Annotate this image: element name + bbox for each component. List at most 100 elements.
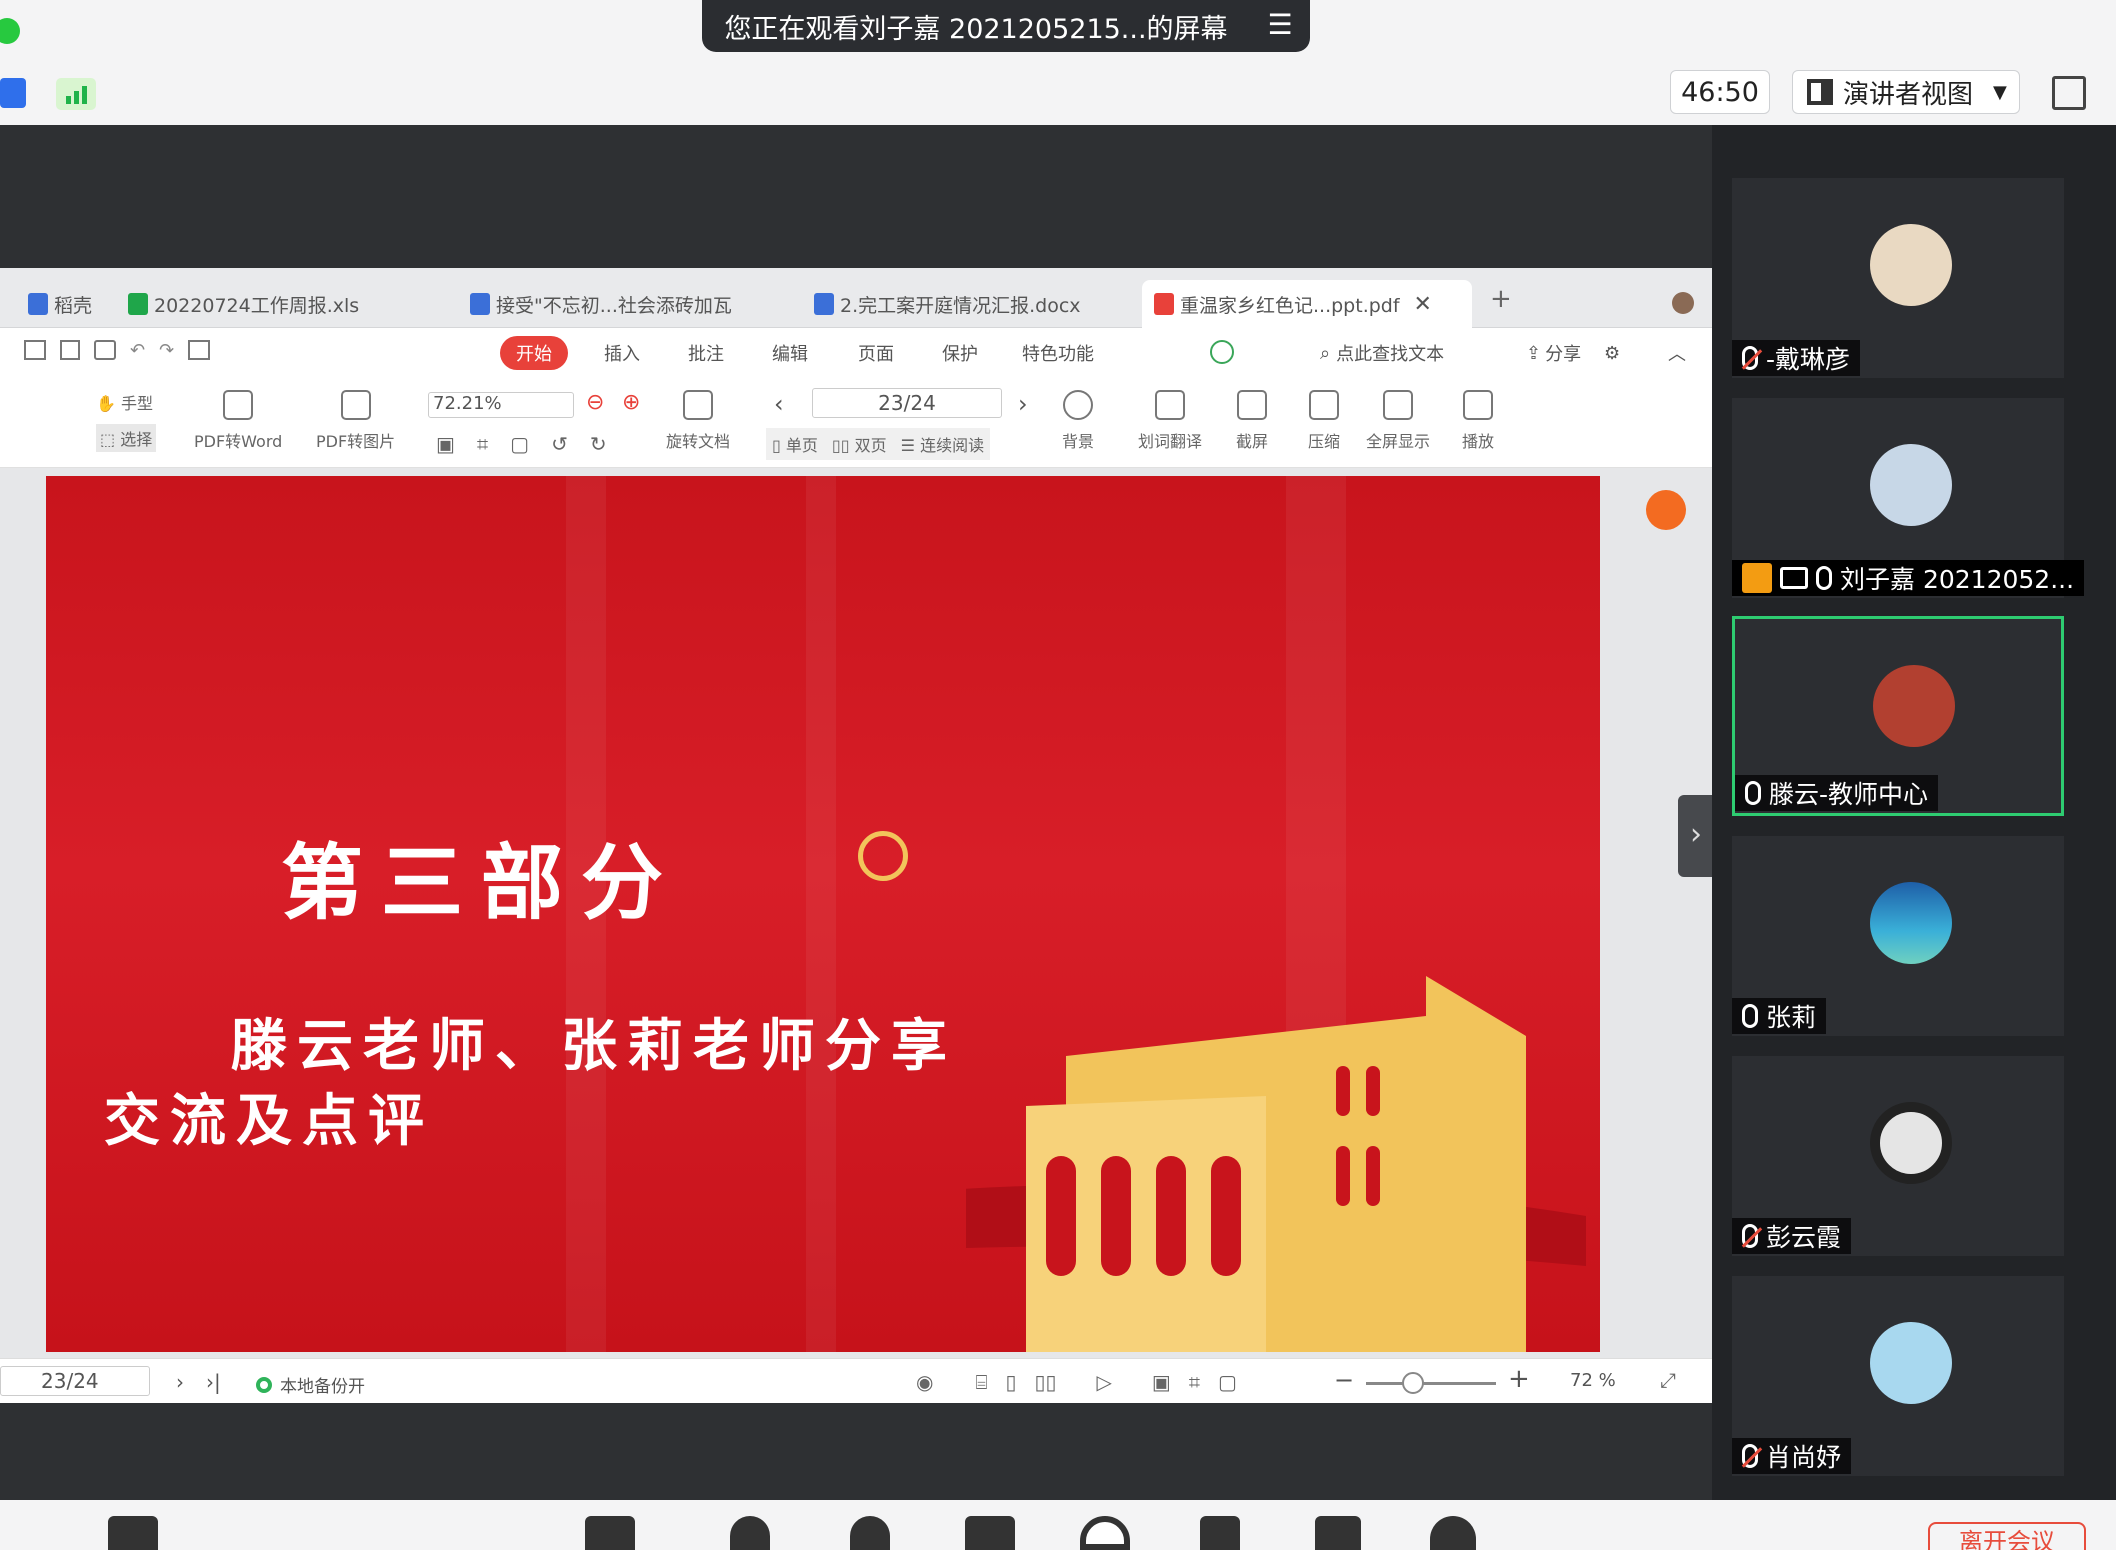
sheet-icon <box>128 293 148 315</box>
slide-title: 第三部分 <box>281 835 682 931</box>
zoom-slider-track[interactable] <box>1366 1382 1496 1385</box>
tab-docer[interactable]: 稻壳 <box>28 284 98 324</box>
screenshot-button[interactable]: 截屏 <box>1236 390 1268 452</box>
play-icon <box>1463 390 1493 420</box>
hand-tool[interactable]: ✋ 手型 <box>96 390 153 414</box>
participant-label: 肖尚妤 <box>1732 1438 1852 1474</box>
menu-special[interactable]: 特色功能 <box>1022 336 1094 370</box>
search-box[interactable]: ⌕ 点此查找文本 <box>1320 336 1444 370</box>
share-button[interactable]: ⇪ 分享 <box>1526 336 1581 370</box>
redo-icon[interactable]: ↷ <box>159 340 174 364</box>
last-page-icon[interactable]: ›| <box>206 1370 221 1394</box>
save-icon[interactable] <box>60 340 80 360</box>
fit-width-status-icon[interactable]: ⌗ <box>1189 1370 1200 1394</box>
rotate-left-icon[interactable]: ↺ <box>551 432 568 456</box>
next-page-status-icon[interactable]: › <box>176 1370 184 1394</box>
eye-icon[interactable]: ◉ <box>916 1370 933 1394</box>
zoom-in-icon[interactable]: ⊕ <box>622 390 640 415</box>
open-icon[interactable] <box>24 340 46 360</box>
undo-icon[interactable]: ↶ <box>130 340 145 364</box>
single-status-icon[interactable]: ▯ <box>1005 1370 1016 1394</box>
actual-size-icon[interactable]: ▣ <box>436 432 455 456</box>
compress-button[interactable]: 压缩 <box>1308 390 1340 452</box>
continuous-status-icon[interactable]: ⌸ <box>975 1370 987 1394</box>
zoom-out-icon[interactable]: ⊖ <box>586 390 604 415</box>
tab-word-1[interactable]: 接受"不忘初...社会添砖加瓦 <box>470 284 770 324</box>
zoom-out-status-icon[interactable]: − <box>1334 1366 1354 1394</box>
compress-icon <box>1309 390 1339 420</box>
prev-page-icon[interactable]: ‹ <box>774 390 784 418</box>
collapse-panel-icon[interactable]: › <box>1678 795 1714 877</box>
zoom-in-status-icon[interactable]: + <box>1508 1364 1530 1394</box>
video-off-icon[interactable] <box>108 1516 158 1550</box>
menu-page[interactable]: 页面 <box>858 336 894 370</box>
new-tab-icon[interactable]: + <box>1490 284 1512 314</box>
tab-word-2[interactable]: 2.完工案开庭情况汇报.docx <box>814 284 1104 324</box>
security-icon[interactable] <box>730 1516 770 1550</box>
participants-icon[interactable] <box>850 1516 890 1550</box>
fit-screen-icon[interactable]: ⤢ <box>1660 1368 1676 1392</box>
rotate-right-icon[interactable]: ↻ <box>590 432 607 456</box>
pdf-to-word-button[interactable]: PDF转Word <box>194 390 282 452</box>
menu-annotate[interactable]: 批注 <box>688 336 724 370</box>
double-page-button[interactable]: ▯▯ 双页 <box>832 432 887 456</box>
assistant-badge-icon[interactable] <box>1646 490 1686 530</box>
apps-icon[interactable] <box>1315 1516 1361 1550</box>
local-backup-status[interactable]: 本地备份开 <box>256 1372 365 1397</box>
participant-card[interactable]: 张莉 <box>1732 836 2064 1036</box>
settings-icon[interactable]: ⚙ <box>1604 336 1620 370</box>
user-avatar-icon[interactable] <box>1672 292 1694 314</box>
fullscreen-display-button[interactable]: 全屏显示 <box>1366 390 1430 452</box>
close-icon[interactable]: ✕ <box>1414 292 1432 317</box>
tab-xls[interactable]: 20220724工作周报.xls <box>128 284 448 324</box>
rotate-document-button[interactable]: 旋转文档 <box>666 390 730 452</box>
tab-pdf-active[interactable]: 重温家乡红色记...ppt.pdf ✕ <box>1142 280 1472 328</box>
security-shield-icon[interactable] <box>0 78 26 108</box>
fit-page-status-icon[interactable]: ▢ <box>1218 1370 1237 1394</box>
menu-protect[interactable]: 保护 <box>942 336 978 370</box>
single-page-button[interactable]: ▯ 单页 <box>772 432 818 456</box>
participant-card[interactable]: 肖尚妤 <box>1732 1276 2064 1476</box>
zoom-select[interactable]: 72.21% <box>428 392 574 418</box>
view-mode-dropdown[interactable]: 演讲者视图 ▼ <box>1792 70 2020 114</box>
status-view-tools: ◉ ⌸ ▯ ▯▯ ▷ ▣ ⌗ ▢ <box>916 1370 1237 1394</box>
copy-format-icon[interactable] <box>188 340 211 360</box>
page-number-field[interactable]: 23/24 <box>812 388 1002 418</box>
background-label: 背景 <box>1062 432 1095 451</box>
participant-card[interactable]: 彭云霞 <box>1732 1056 2064 1256</box>
participant-card-active-speaker[interactable]: 滕云-教师中心 <box>1732 616 2064 816</box>
hamburger-icon[interactable]: ☰ <box>1260 8 1300 46</box>
status-page-field[interactable]: 23/24 <box>0 1366 150 1396</box>
print-icon[interactable] <box>94 340 116 360</box>
banner-text: 您正在观看刘子嘉 2021205215...的屏幕 <box>724 13 1228 45</box>
network-signal-icon[interactable] <box>56 78 96 110</box>
fullscreen-label: 全屏显示 <box>1366 432 1431 451</box>
play-button[interactable]: 播放 <box>1462 390 1494 452</box>
leave-meeting-button[interactable]: 离开会议 <box>1928 1522 2086 1550</box>
play-status-icon[interactable]: ▷ <box>1096 1370 1111 1394</box>
fit-width-icon[interactable]: ⌗ <box>477 432 488 456</box>
share-screen-icon[interactable] <box>585 1516 635 1550</box>
menu-insert[interactable]: 插入 <box>604 336 640 370</box>
translate-button[interactable]: 划词翻译 <box>1138 390 1202 452</box>
pdf-to-image-button[interactable]: PDF转图片 <box>316 390 395 452</box>
cloud-sync-icon[interactable] <box>1210 340 1234 364</box>
chevron-up-icon[interactable]: ︿ <box>1668 336 1686 370</box>
chat-icon[interactable] <box>965 1516 1015 1550</box>
fit-page-icon[interactable]: ▢ <box>510 432 529 456</box>
fullscreen-icon[interactable] <box>2052 76 2086 110</box>
zoom-slider-knob[interactable] <box>1402 1372 1424 1394</box>
background-button[interactable]: 背景 <box>1062 390 1094 452</box>
actual-size-status-icon[interactable]: ▣ <box>1152 1370 1171 1394</box>
menu-edit[interactable]: 编辑 <box>772 336 808 370</box>
double-status-icon[interactable]: ▯▯ <box>1034 1370 1056 1394</box>
decorative-circle <box>858 831 908 881</box>
select-tool[interactable]: ⬚ 选择 <box>96 424 157 452</box>
continuous-button[interactable]: ☰ 连续阅读 <box>901 432 984 456</box>
raise-hand-icon[interactable] <box>1200 1516 1240 1550</box>
participant-card[interactable]: 刘子嘉 20212052... <box>1732 398 2085 598</box>
next-page-icon[interactable]: › <box>1018 390 1028 418</box>
participant-card[interactable]: -戴琳彦 <box>1732 178 2064 378</box>
menu-start[interactable]: 开始 <box>500 336 568 370</box>
screenshot-icon <box>1237 390 1267 420</box>
